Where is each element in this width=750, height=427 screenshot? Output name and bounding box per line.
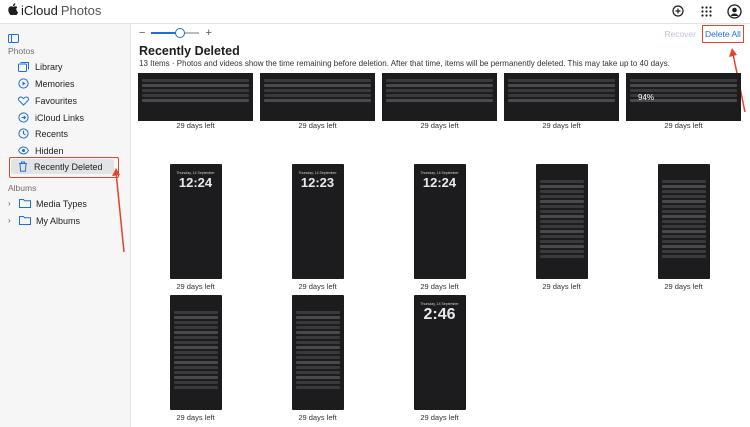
sidebar-item-label: Recents bbox=[35, 128, 69, 139]
days-left-caption: 29 days left bbox=[420, 282, 459, 291]
sidebar-item-label: iCloud Links bbox=[35, 112, 85, 123]
folder-icon bbox=[19, 215, 31, 227]
zoom-in-button[interactable]: + bbox=[205, 27, 211, 39]
days-left-caption: 29 days left bbox=[542, 282, 581, 291]
sidebar-group-media-types[interactable]: › Media Types bbox=[8, 196, 118, 211]
battery-badge: 94% bbox=[638, 93, 655, 102]
settings-rows bbox=[138, 77, 253, 104]
brand-product: Photos bbox=[60, 3, 102, 18]
chevron-right-icon[interactable]: › bbox=[8, 216, 14, 225]
sidebar-group-label: Media Types bbox=[36, 198, 87, 209]
days-left-caption: 29 days left bbox=[298, 413, 337, 422]
top-bar: iCloud Photos bbox=[0, 0, 750, 24]
days-left-caption: 29 days left bbox=[298, 282, 337, 291]
settings-rows bbox=[382, 77, 497, 104]
settings-rows bbox=[170, 309, 222, 391]
zoom-slider[interactable] bbox=[151, 28, 200, 38]
photos-heading: Photos bbox=[8, 46, 35, 56]
library-icon bbox=[18, 61, 29, 72]
photo-thumbnail[interactable] bbox=[657, 164, 710, 279]
photo-thumbnail[interactable] bbox=[138, 73, 253, 121]
photo-thumbnail[interactable] bbox=[382, 73, 497, 121]
days-left-caption: 29 days left bbox=[176, 121, 215, 130]
photo-thumbnail[interactable]: Thursday, 14 September 12:24 bbox=[413, 164, 466, 279]
settings-rows bbox=[658, 178, 710, 260]
days-left-caption: 29 days left bbox=[542, 121, 581, 130]
apple-logo-icon bbox=[8, 3, 19, 18]
brand-name: iCloud bbox=[21, 3, 58, 18]
add-icon[interactable] bbox=[670, 3, 686, 19]
sidebar-item-hidden[interactable]: Hidden bbox=[18, 143, 116, 158]
page-subtitle: 13 Items · Photos and videos show the ti… bbox=[139, 59, 670, 68]
app-brand[interactable]: iCloud Photos bbox=[8, 3, 101, 18]
sidebar-item-label: Library bbox=[35, 61, 63, 72]
sidebar-item-library[interactable]: Library bbox=[18, 59, 116, 74]
days-left-caption: 29 days left bbox=[420, 413, 459, 422]
days-left-caption: 29 days left bbox=[664, 121, 703, 130]
main-content: − + Recover Delete All Recently Deleted … bbox=[131, 24, 750, 427]
photo-thumbnail[interactable] bbox=[169, 295, 222, 410]
annotation-arrow-sidebar bbox=[112, 168, 125, 253]
sidebar-item-recents[interactable]: Recents bbox=[18, 126, 116, 141]
folder-icon bbox=[19, 198, 31, 210]
photo-thumbnail[interactable] bbox=[535, 164, 588, 279]
memories-icon bbox=[18, 78, 29, 89]
sidebar: Photos Library Memories Favourites iClou… bbox=[0, 24, 131, 427]
chevron-right-icon[interactable]: › bbox=[8, 199, 14, 208]
settings-rows bbox=[292, 309, 344, 391]
days-left-caption: 29 days left bbox=[298, 121, 337, 130]
zoom-slider-knob[interactable] bbox=[175, 28, 186, 38]
albums-heading: Albums bbox=[8, 183, 37, 193]
account-icon[interactable] bbox=[726, 3, 742, 19]
lockscreen-clock: 12:24 bbox=[178, 175, 213, 190]
heart-icon bbox=[18, 95, 29, 106]
photo-thumbnail[interactable]: Thursday, 14 September 12:23 bbox=[291, 164, 344, 279]
clock-icon bbox=[18, 128, 29, 139]
photo-thumbnail[interactable] bbox=[504, 73, 619, 121]
lockscreen-clock: 12:24 bbox=[422, 175, 457, 190]
sidebar-item-label: Hidden bbox=[35, 145, 64, 156]
settings-rows bbox=[536, 178, 588, 260]
zoom-out-button[interactable]: − bbox=[139, 27, 145, 39]
days-left-caption: 29 days left bbox=[176, 282, 215, 291]
sidebar-item-favourites[interactable]: Favourites bbox=[18, 93, 116, 108]
photo-thumbnail[interactable] bbox=[260, 73, 375, 121]
apps-grid-icon[interactable] bbox=[698, 3, 714, 19]
sidebar-item-icloud-links[interactable]: iCloud Links bbox=[18, 110, 116, 125]
delete-all-button[interactable]: Delete All bbox=[702, 25, 744, 43]
link-icon bbox=[18, 112, 29, 123]
settings-rows bbox=[260, 77, 375, 104]
sidebar-group-my-albums[interactable]: › My Albums bbox=[8, 213, 118, 228]
photo-thumbnail[interactable]: Thursday, 14 September 12:24 bbox=[169, 164, 222, 279]
zoom-control: − + bbox=[139, 27, 212, 39]
days-left-caption: 29 days left bbox=[664, 282, 703, 291]
sidebar-group-label: My Albums bbox=[36, 215, 81, 226]
photo-thumbnail[interactable]: 94% bbox=[626, 73, 741, 121]
sidebar-item-label: Favourites bbox=[35, 95, 78, 106]
annotation-highlight-box bbox=[9, 157, 119, 178]
days-left-caption: 29 days left bbox=[420, 121, 459, 130]
recover-button[interactable]: Recover bbox=[664, 29, 696, 39]
lockscreen-clock: 2:46 bbox=[423, 306, 456, 323]
eye-icon bbox=[18, 145, 29, 156]
sidebar-item-memories[interactable]: Memories bbox=[18, 76, 116, 91]
days-left-caption: 29 days left bbox=[176, 413, 215, 422]
photo-thumbnail[interactable] bbox=[291, 295, 344, 410]
page-title: Recently Deleted bbox=[139, 44, 240, 58]
sidebar-item-label: Memories bbox=[35, 78, 75, 89]
lockscreen-clock: 12:23 bbox=[300, 175, 335, 190]
photo-thumbnail[interactable]: Thursday, 14 September 2:46 bbox=[413, 295, 466, 410]
settings-rows bbox=[504, 77, 619, 104]
